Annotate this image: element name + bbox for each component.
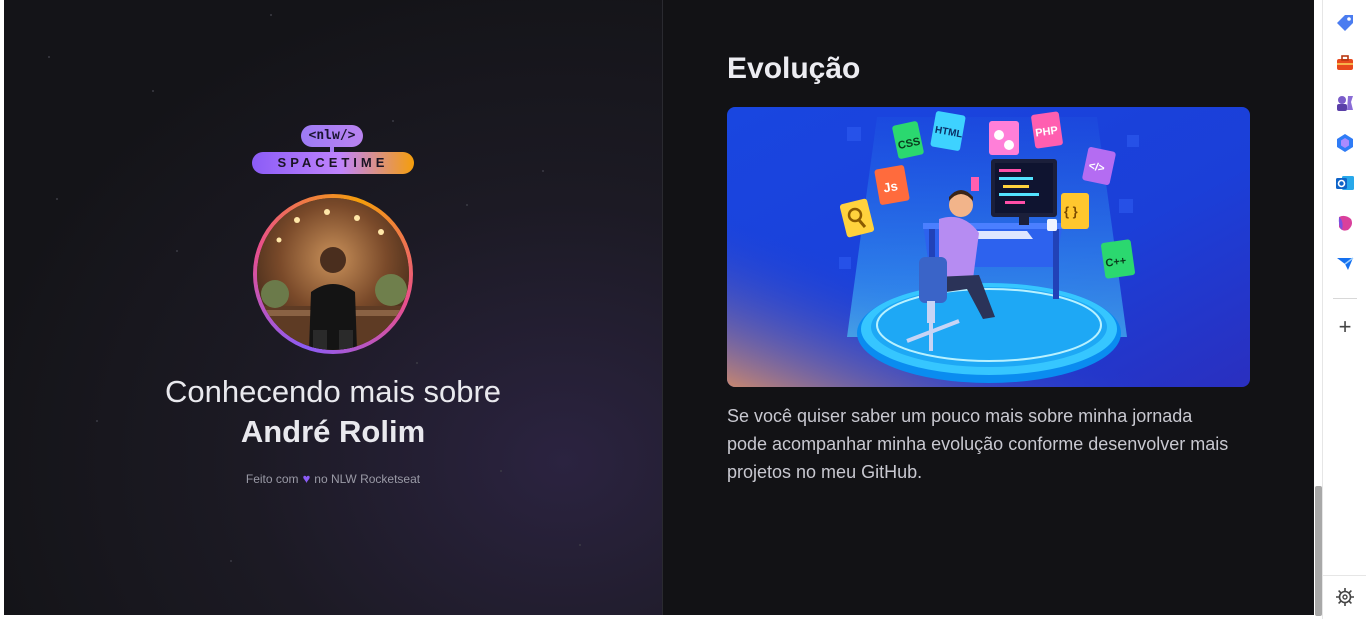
profile-name: André Rolim bbox=[240, 414, 426, 449]
gears-badge-icon bbox=[989, 121, 1019, 155]
logo-tag: <nlw/> bbox=[301, 125, 363, 147]
avatar-photo bbox=[257, 198, 409, 350]
avatar bbox=[253, 194, 413, 354]
games-icon[interactable] bbox=[1334, 92, 1356, 114]
content-panel: Evolução CSS HTML PHP </> Js {} C++ Se … bbox=[663, 0, 1314, 615]
html-badge-icon: HTML bbox=[930, 111, 966, 151]
developer-illustration: CSS HTML PHP </> Js {} C++ bbox=[727, 107, 1250, 387]
add-icon[interactable]: + bbox=[1334, 316, 1356, 338]
footer-note: Feito com ♥ no NLW Rocketseat bbox=[4, 471, 662, 486]
intro-line: Conhecendo mais sobre bbox=[164, 374, 502, 409]
tag-icon[interactable] bbox=[1334, 12, 1356, 34]
heart-icon: ♥ bbox=[302, 471, 311, 486]
logo-wordmark: SPACETIME bbox=[252, 152, 414, 174]
copilot-icon[interactable] bbox=[1334, 132, 1356, 154]
svg-text:Js: Js bbox=[882, 178, 899, 195]
braces-badge-icon: { } bbox=[1061, 193, 1089, 229]
js-badge-icon: Js bbox=[874, 165, 910, 205]
php-badge-icon: PHP bbox=[1031, 111, 1063, 149]
nlw-spacetime-logo: <nlw/> SPACETIME bbox=[252, 124, 414, 176]
settings-icon[interactable] bbox=[1334, 586, 1356, 608]
footer-prefix: Feito com bbox=[245, 472, 299, 486]
scrollbar-thumb[interactable] bbox=[1315, 486, 1322, 616]
profile-panel: <nlw/> SPACETIME Conhecendo mais sobre A… bbox=[4, 0, 663, 615]
browser-sidebar: + bbox=[1322, 0, 1366, 619]
page-title: Evolução bbox=[727, 52, 861, 85]
drop-icon[interactable] bbox=[1334, 212, 1356, 234]
evolution-description: Se você quiser saber um pouco mais sobre… bbox=[727, 406, 1229, 482]
intro-text: Conhecendo mais sobre André Rolim bbox=[4, 372, 662, 452]
app-window: <nlw/> SPACETIME Conhecendo mais sobre A… bbox=[4, 0, 1314, 615]
cpp-badge-icon: C++ bbox=[1101, 239, 1135, 279]
svg-text:{ }: { } bbox=[1064, 204, 1078, 219]
send-icon[interactable] bbox=[1334, 252, 1356, 274]
outlook-icon[interactable] bbox=[1334, 172, 1356, 194]
toolbox-icon[interactable] bbox=[1334, 52, 1356, 74]
footer-suffix: no NLW Rocketseat bbox=[314, 472, 421, 486]
